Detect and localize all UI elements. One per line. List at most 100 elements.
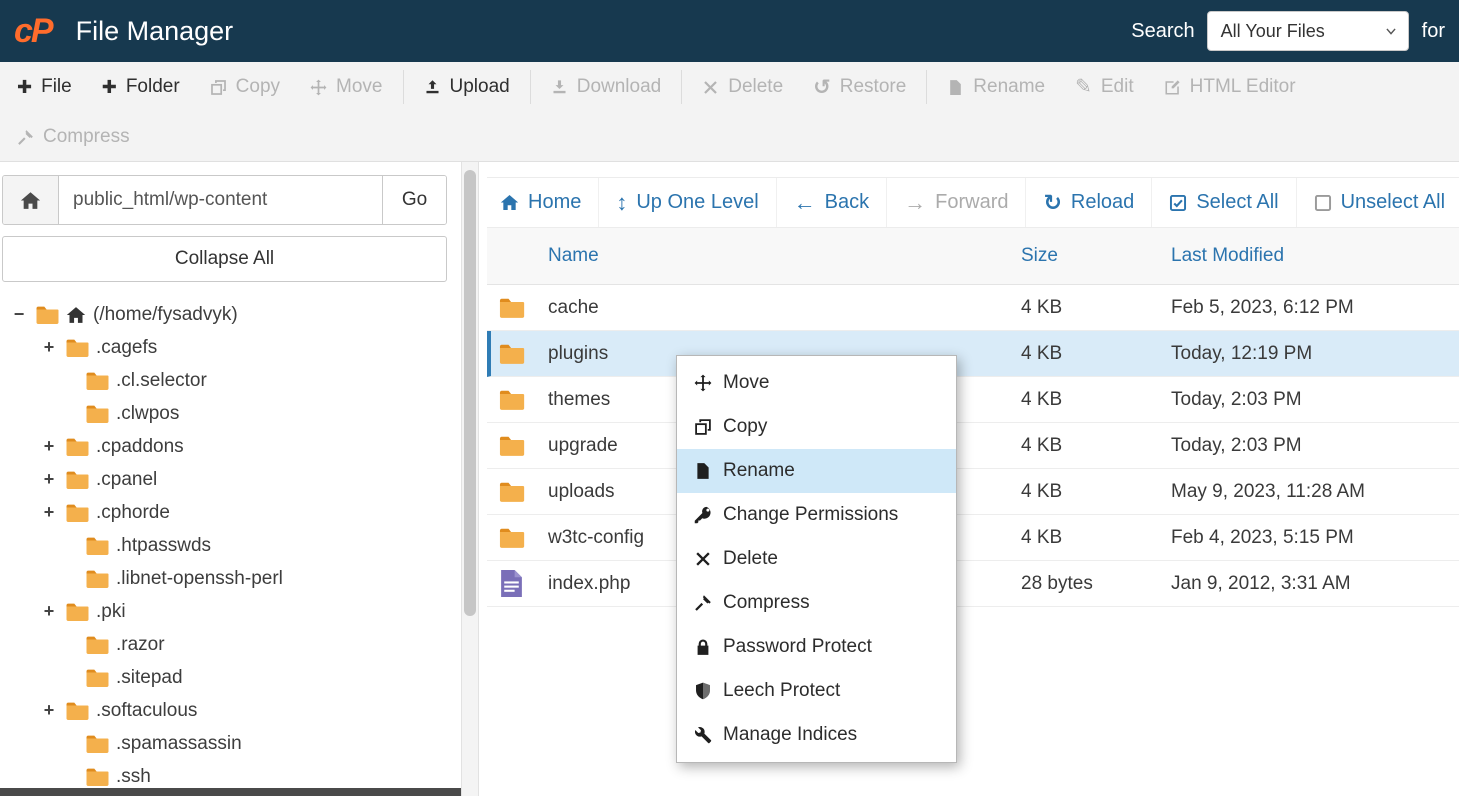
file-row[interactable]: w3tc-config 4 KB Feb 4, 2023, 5:15 PM — [487, 515, 1459, 561]
column-header-name[interactable]: Name — [548, 245, 1021, 267]
toolbar-edit-button[interactable]: ✎ Edit — [1060, 62, 1149, 112]
file-row[interactable]: index.php 28 bytes Jan 9, 2012, 3:31 AM — [487, 561, 1459, 607]
toolbar-upload-button[interactable]: Upload — [409, 62, 525, 112]
expand-toggle[interactable]: + — [40, 337, 58, 358]
file-row[interactable]: themes 4 KB Today, 2:03 PM — [487, 377, 1459, 423]
column-header-last-modified[interactable]: Last Modified — [1171, 245, 1459, 267]
nav-unselect-all-button[interactable]: Unselect All — [1297, 178, 1459, 227]
nav-up-one-level-button[interactable]: ↕ Up One Level — [599, 178, 777, 227]
file-icon — [500, 570, 523, 597]
column-header-size[interactable]: Size — [1021, 245, 1171, 267]
tree-item-label: .razor — [116, 633, 165, 655]
context-menu-delete[interactable]: Delete — [677, 537, 956, 581]
tree-item[interactable]: .htpasswds — [2, 529, 447, 562]
cpanel-logo[interactable]: cP — [14, 12, 54, 51]
context-menu-rename[interactable]: Rename — [677, 449, 956, 493]
vertical-scrollbar[interactable] — [461, 162, 479, 796]
tree-item[interactable]: .cl.selector — [2, 364, 447, 397]
scrollbar-thumb[interactable] — [464, 170, 476, 616]
nav-button-label: Unselect All — [1340, 191, 1446, 213]
nav-button-label: Up One Level — [636, 191, 759, 213]
tree-item[interactable]: + .softaculous — [2, 694, 447, 727]
expand-toggle[interactable]: + — [40, 601, 58, 622]
tree-item[interactable]: .spamassassin — [2, 727, 447, 760]
context-menu-change-permissions[interactable]: Change Permissions — [677, 493, 956, 537]
search-scope-select[interactable]: All Your Files — [1206, 11, 1409, 51]
toolbar-rename-button[interactable]: Rename — [932, 62, 1060, 112]
path-input[interactable] — [59, 176, 382, 224]
toolbar-button-label: Edit — [1100, 76, 1134, 97]
add-folder-icon: ✚ — [101, 77, 117, 97]
folder-icon — [65, 701, 89, 721]
tree-item[interactable]: .clwpos — [2, 397, 447, 430]
file-row[interactable]: upgrade 4 KB Today, 2:03 PM — [487, 423, 1459, 469]
delete-icon — [702, 79, 719, 96]
rename-icon — [947, 79, 964, 96]
tree-item[interactable]: .sitepad — [2, 661, 447, 694]
context-menu-leech-protect[interactable]: Leech Protect — [677, 669, 956, 713]
path-home-button[interactable] — [3, 176, 59, 224]
file-modified: Feb 5, 2023, 6:12 PM — [1171, 296, 1354, 318]
tree-item[interactable]: .razor — [2, 628, 447, 661]
toolbar-copy-button[interactable]: Copy — [195, 62, 295, 112]
nav-back-button[interactable]: ← Back — [777, 178, 888, 227]
folder-icon — [85, 404, 109, 424]
add-file-icon: ✚ — [17, 77, 33, 97]
nav-home-button[interactable]: Home — [487, 178, 600, 227]
tree-item[interactable]: .ssh — [2, 760, 447, 788]
toolbar-button-label: File — [41, 76, 72, 97]
tree-item[interactable]: .libnet-openssh-perl — [2, 562, 447, 595]
toolbar-move-button[interactable]: Move — [295, 62, 397, 112]
expand-toggle[interactable]: + — [40, 436, 58, 457]
nav-reload-button[interactable]: ↻ Reload — [1026, 178, 1153, 227]
file-row[interactable]: cache 4 KB Feb 5, 2023, 6:12 PM — [487, 285, 1459, 331]
tree-item[interactable]: + .pki — [2, 595, 447, 628]
context-menu-manage-indices[interactable]: Manage Indices — [677, 713, 956, 757]
file-row[interactable]: uploads 4 KB May 9, 2023, 11:28 AM — [487, 469, 1459, 515]
tree-item-label: .cpaddons — [96, 435, 184, 457]
tree-item[interactable]: + .cagefs — [2, 331, 447, 364]
file-size: 4 KB — [1021, 480, 1063, 502]
tree-item[interactable]: + .cpanel — [2, 463, 447, 496]
toolbar-html-editor-button[interactable]: HTML Editor — [1149, 62, 1311, 112]
back-icon: ← — [793, 189, 816, 215]
toolbar-button-label: Restore — [839, 76, 907, 97]
toolbar-compress-button[interactable]: Compress — [2, 112, 145, 162]
horizontal-scrollbar[interactable] — [0, 788, 461, 796]
toolbar-button-label: Upload — [449, 76, 510, 97]
go-button[interactable]: Go — [382, 176, 446, 224]
toolbar-download-button[interactable]: Download — [536, 62, 677, 112]
tree-item-label: .cl.selector — [116, 369, 207, 391]
reload-icon: ↻ — [1043, 189, 1062, 215]
tree-root[interactable]: − (/home/fysadvyk) — [2, 298, 447, 331]
home-icon — [500, 193, 519, 212]
expand-toggle[interactable]: + — [40, 700, 58, 721]
collapse-all-button[interactable]: Collapse All — [2, 236, 447, 282]
folder-icon — [498, 435, 525, 457]
toolbar-folder-button[interactable]: ✚ Folder — [87, 62, 195, 112]
page-title: File Manager — [75, 15, 234, 46]
nav-forward-button[interactable]: → Forward — [887, 178, 1027, 227]
collapse-toggle[interactable]: − — [10, 304, 28, 325]
toolbar-delete-button[interactable]: Delete — [687, 62, 798, 112]
context-menu-compress[interactable]: Compress — [677, 581, 956, 625]
tree-item-label: .spamassassin — [116, 732, 242, 754]
toolbar-file-button[interactable]: ✚ File — [2, 62, 87, 112]
toolbar-button-label: Delete — [728, 76, 784, 97]
folder-icon — [65, 503, 89, 523]
nav-select-all-button[interactable]: Select All — [1152, 178, 1297, 227]
context-menu-copy[interactable]: Copy — [677, 405, 956, 449]
file-modified: Today, 12:19 PM — [1171, 342, 1313, 364]
expand-toggle[interactable]: + — [40, 469, 58, 490]
tree-item[interactable]: + .cpaddons — [2, 430, 447, 463]
toolbar-restore-button[interactable]: ↺ Restore — [798, 62, 921, 112]
tree-item[interactable]: + .cphorde — [2, 496, 447, 529]
expand-toggle[interactable]: + — [40, 502, 58, 523]
chevron-down-icon — [1386, 28, 1396, 35]
context-menu-label: Rename — [723, 460, 795, 481]
file-row-selected[interactable]: plugins 4 KB Today, 12:19 PM — [487, 331, 1459, 377]
upload-icon — [424, 79, 441, 96]
folder-icon — [85, 635, 109, 655]
context-menu-move[interactable]: Move — [677, 361, 956, 405]
context-menu-password-protect[interactable]: Password Protect — [677, 625, 956, 669]
